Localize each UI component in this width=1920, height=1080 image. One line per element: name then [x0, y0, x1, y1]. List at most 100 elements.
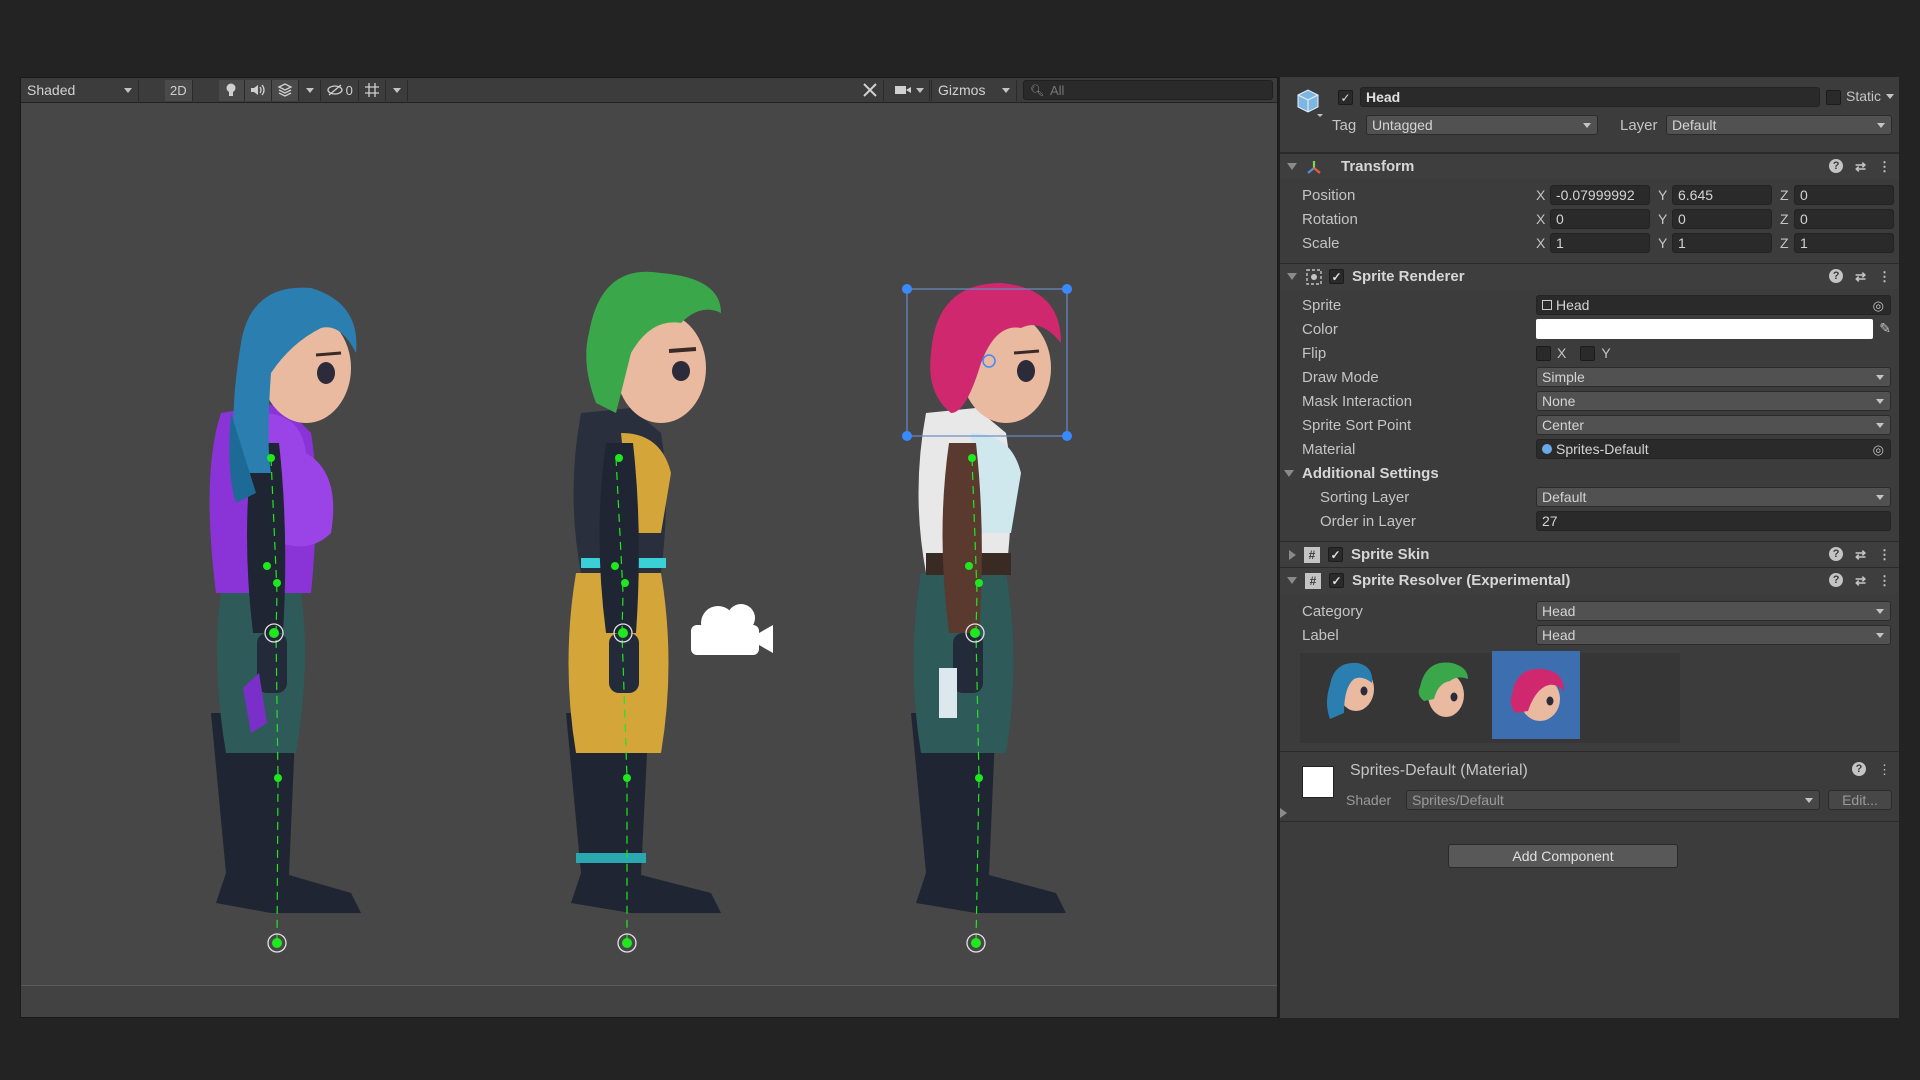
foldout-arrow-icon[interactable]	[1287, 577, 1297, 584]
shader-edit-button[interactable]: Edit...	[1828, 790, 1892, 810]
static-dropdown[interactable]: Static	[1846, 88, 1895, 104]
object-picker-icon[interactable]: ◎	[1873, 298, 1884, 314]
hidden-objects-toggle[interactable]: 0	[321, 79, 359, 101]
grid-dropdown[interactable]	[386, 79, 408, 101]
more-options-icon[interactable]: ⋮	[1878, 547, 1891, 563]
sort-point-dropdown[interactable]: Center	[1536, 415, 1891, 435]
scene-search-field[interactable]: 🔍︎ All	[1023, 80, 1273, 100]
scale-y-field[interactable]: 1	[1672, 233, 1772, 253]
rotation-x-field[interactable]: 0	[1550, 209, 1650, 229]
order-in-layer-label: Order in Layer	[1320, 513, 1416, 530]
presets-icon[interactable]: ⇄	[1855, 159, 1866, 175]
transform-axes-icon	[1307, 160, 1321, 174]
effects-toggle[interactable]	[271, 79, 299, 101]
sorting-layer-dropdown[interactable]: Default	[1536, 487, 1891, 507]
object-picker-icon[interactable]: ◎	[1873, 442, 1884, 458]
sort-point-label: Sprite Sort Point	[1302, 417, 1412, 434]
presets-icon[interactable]: ⇄	[1855, 269, 1866, 285]
help-icon[interactable]: ?	[1829, 159, 1844, 173]
effects-dropdown[interactable]	[299, 79, 321, 101]
sprite-renderer-header[interactable]: ✓ Sprite Renderer ? ⇄ ⋮	[1280, 263, 1899, 289]
position-y-field[interactable]: 6.645	[1672, 185, 1772, 205]
rotation-z-field[interactable]: 0	[1794, 209, 1894, 229]
foldout-arrow-icon[interactable]	[1287, 273, 1297, 280]
sprite-skin-header[interactable]: # ✓ Sprite Skin ? ⇄ ⋮	[1280, 541, 1899, 567]
selection-handle[interactable]	[902, 431, 912, 441]
category-row: Category Head	[1280, 599, 1899, 623]
character-green-hair[interactable]	[566, 271, 721, 913]
axis-x-label: X	[1536, 235, 1546, 251]
layer-dropdown[interactable]: Default	[1666, 115, 1892, 135]
sprite-skin-enabled-checkbox[interactable]: ✓	[1328, 547, 1343, 562]
presets-icon[interactable]: ⇄	[1855, 573, 1866, 589]
gizmos-dropdown[interactable]: Gizmos	[931, 79, 1017, 101]
scene-canvas[interactable]	[21, 113, 1277, 985]
shading-mode-dropdown[interactable]: Shaded	[21, 79, 139, 101]
transform-header[interactable]: Transform ? ⇄ ⋮	[1280, 153, 1899, 179]
scale-label: Scale	[1302, 235, 1340, 252]
character-blue-hair[interactable]	[209, 287, 361, 913]
character-pink-hair[interactable]	[902, 283, 1072, 913]
presets-icon[interactable]: ⇄	[1855, 547, 1866, 563]
rotation-y-field[interactable]: 0	[1672, 209, 1772, 229]
foldout-arrow-icon[interactable]	[1289, 549, 1296, 560]
static-checkbox[interactable]	[1826, 90, 1841, 105]
sprite-renderer-body: Sprite Head ◎ Color ✎ Flip X Y Draw Mode…	[1280, 289, 1899, 541]
foldout-arrow-icon[interactable]	[1287, 163, 1297, 170]
help-icon[interactable]: ?	[1829, 547, 1844, 561]
chevron-down-icon	[1876, 495, 1884, 500]
chevron-down-icon	[1002, 87, 1010, 93]
scale-x-field[interactable]: 1	[1550, 233, 1650, 253]
material-section: Sprites-Default (Material) ? ⋮ Shader Sp…	[1280, 751, 1899, 821]
sprite-variant-green-hair[interactable]	[1402, 653, 1474, 725]
order-in-layer-field[interactable]: 27	[1536, 511, 1891, 531]
sprite-variant-pink-hair[interactable]	[1498, 659, 1570, 731]
scene-view[interactable]: Shaded 2D 0 Gizmos 🔍︎ All	[20, 77, 1278, 1018]
axis-x-label: X	[1536, 211, 1546, 227]
position-x-field[interactable]: -0.07999992	[1550, 185, 1650, 205]
sprite-variant-blue-hair[interactable]	[1312, 653, 1384, 725]
more-options-icon[interactable]: ⋮	[1878, 159, 1891, 175]
help-icon[interactable]: ?	[1852, 762, 1866, 776]
foldout-arrow-icon[interactable]	[1280, 808, 1287, 818]
grid-toggle[interactable]	[359, 79, 386, 101]
lighting-toggle[interactable]	[218, 79, 245, 101]
color-swatch[interactable]	[1536, 319, 1873, 339]
selection-handle[interactable]	[1062, 284, 1072, 294]
tag-dropdown[interactable]: Untagged	[1366, 115, 1598, 135]
object-name-field[interactable]: Head	[1360, 87, 1820, 107]
help-icon[interactable]: ?	[1829, 573, 1844, 587]
shader-dropdown[interactable]: Sprites/Default	[1406, 790, 1820, 810]
more-options-icon[interactable]: ⋮	[1878, 762, 1891, 778]
more-options-icon[interactable]: ⋮	[1878, 269, 1891, 285]
flip-x-checkbox[interactable]	[1536, 345, 1551, 361]
sprite-resolver-header[interactable]: # ✓ Sprite Resolver (Experimental) ? ⇄ ⋮	[1280, 567, 1899, 593]
active-checkbox[interactable]: ✓	[1338, 90, 1353, 105]
label-dropdown[interactable]: Head	[1536, 625, 1891, 645]
gameobject-cube-icon[interactable]	[1292, 86, 1324, 118]
mask-interaction-dropdown[interactable]: None	[1536, 391, 1891, 411]
flip-y-checkbox[interactable]	[1580, 345, 1596, 361]
camera-settings-button[interactable]	[889, 79, 930, 101]
additional-settings-row[interactable]: Additional Settings	[1280, 461, 1899, 485]
audio-toggle[interactable]	[244, 79, 272, 101]
sprite-resolver-enabled-checkbox[interactable]: ✓	[1329, 573, 1344, 588]
material-object-field[interactable]: Sprites-Default ◎	[1536, 439, 1891, 459]
sprite-object-field[interactable]: Head ◎	[1536, 295, 1891, 315]
selection-handle[interactable]	[1062, 431, 1072, 441]
eyedropper-icon[interactable]: ✎	[1879, 320, 1891, 337]
add-component-button[interactable]: Add Component	[1448, 844, 1678, 868]
selection-handle[interactable]	[902, 284, 912, 294]
chevron-down-icon	[1583, 123, 1591, 128]
help-icon[interactable]: ?	[1829, 269, 1844, 283]
tools-toggle[interactable]	[857, 79, 884, 101]
camera-gizmo-icon[interactable]	[691, 604, 773, 655]
foldout-arrow-icon[interactable]	[1284, 470, 1294, 477]
2d-mode-button[interactable]: 2D	[165, 79, 193, 101]
sprite-renderer-enabled-checkbox[interactable]: ✓	[1329, 269, 1344, 284]
scale-z-field[interactable]: 1	[1794, 233, 1894, 253]
position-z-field[interactable]: 0	[1794, 185, 1894, 205]
draw-mode-dropdown[interactable]: Simple	[1536, 367, 1891, 387]
category-dropdown[interactable]: Head	[1536, 601, 1891, 621]
more-options-icon[interactable]: ⋮	[1878, 573, 1891, 589]
